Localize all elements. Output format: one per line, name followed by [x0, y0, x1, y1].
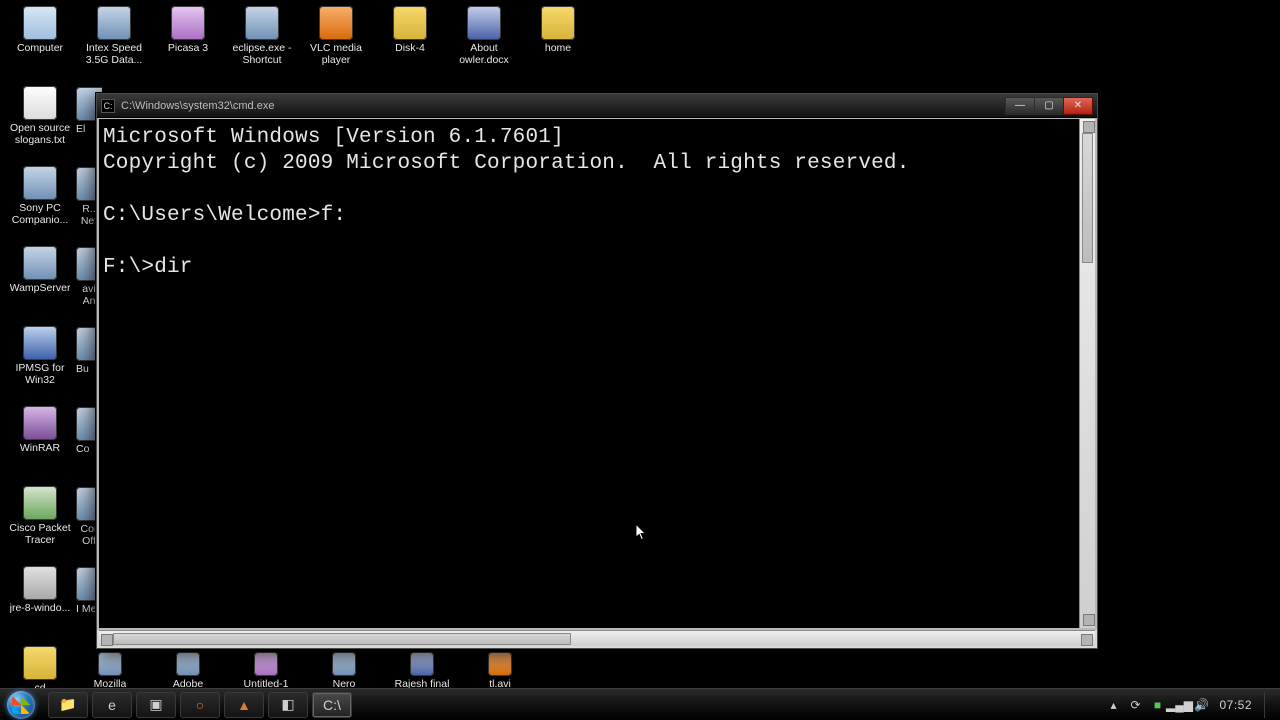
desktop-item[interactable]: jre-8-windo... [4, 564, 76, 642]
desktop-icon-grid: Computer Intex Speed 3.5G Data... Picasa 3… [4, 4, 594, 82]
desktop-item-label: IPMSG for Win32 [5, 362, 75, 386]
desktop-item[interactable]: Cisco Packet Tracer [4, 484, 76, 562]
horizontal-scroll-thumb[interactable] [113, 633, 571, 645]
desktop-item[interactable]: Computer [4, 4, 76, 82]
desktop-item-label: I Me [76, 603, 96, 615]
desktop-item-label: WinRAR [20, 442, 60, 454]
desktop-item[interactable]: About owler.docx [448, 4, 520, 82]
exe-icon [176, 652, 200, 676]
desktop-item-label: Open source slogans.txt [5, 122, 75, 146]
cmd-output[interactable]: Microsoft Windows [Version 6.1.7601] Cop… [99, 119, 1079, 628]
cmd-window[interactable]: C: C:\Windows\system32\cmd.exe — ▢ ✕ Mic… [96, 93, 1098, 649]
cmd-titlebar[interactable]: C: C:\Windows\system32\cmd.exe — ▢ ✕ [97, 94, 1097, 118]
cisco-icon [23, 486, 57, 520]
taskbar-items: 📁e▣○▲◧C:\ [48, 692, 352, 718]
exe-icon [23, 246, 57, 280]
txt-icon [23, 86, 57, 120]
desktop-item[interactable]: Intex Speed 3.5G Data... [78, 4, 150, 82]
desktop-item[interactable]: IPMSG for Win32 [4, 324, 76, 402]
desktop-item-label: Disk-4 [395, 42, 425, 54]
show-desktop-button[interactable] [1264, 692, 1274, 718]
desktop-item-label: Cisco Packet Tracer [5, 522, 75, 546]
vertical-scroll-thumb[interactable] [1082, 133, 1093, 263]
windows-orb-icon [7, 691, 35, 719]
desktop-item[interactable]: VLC media player [300, 4, 372, 82]
desktop-item[interactable]: Open source slogans.txt [4, 84, 76, 162]
pic-icon [171, 6, 205, 40]
horizontal-scrollbar[interactable] [99, 630, 1095, 646]
desktop-item-label: Intex Speed 3.5G Data... [79, 42, 149, 66]
desktop-item-label: eclipse.exe - Shortcut [227, 42, 297, 66]
desktop-item[interactable]: Picasa 3 [152, 4, 224, 82]
desktop-item[interactable]: Sony PC Companio... [4, 164, 76, 242]
rar-icon [23, 406, 57, 440]
taskbar-item-app1[interactable]: ◧ [268, 692, 308, 718]
vertical-scrollbar[interactable] [1079, 119, 1095, 628]
desktop-item-label: jre-8-windo... [10, 602, 71, 614]
desktop-item[interactable]: WinRAR [4, 404, 76, 482]
vlc-icon [488, 652, 512, 676]
computer-icon [23, 6, 57, 40]
exe-icon [98, 652, 122, 676]
desktop-item-label: VLC media player [301, 42, 371, 66]
desktop-item-label: home [545, 42, 571, 54]
ipmsg-icon [23, 326, 57, 360]
folder-icon [23, 646, 57, 680]
doc-icon [467, 6, 501, 40]
system-tray[interactable]: ▴ ⟳ ■ ▂▄▆ 🔊 07:52 [1099, 692, 1280, 718]
desktop-item[interactable]: eclipse.exe - Shortcut [226, 4, 298, 82]
exe-icon [23, 166, 57, 200]
taskbar-item-cmd[interactable]: C:\ [312, 692, 352, 718]
desktop-item-label: Co [76, 443, 89, 455]
tray-show-hidden-icon[interactable]: ▴ [1105, 697, 1121, 713]
folder-icon [541, 6, 575, 40]
tray-network-icon[interactable]: ▂▄▆ [1171, 697, 1187, 713]
desktop-item-label: Bu [76, 363, 89, 375]
desktop-item-label: Picasa 3 [168, 42, 208, 54]
minimize-button[interactable]: — [1005, 97, 1035, 115]
taskbar-item-vlc[interactable]: ▲ [224, 692, 264, 718]
desktop-item[interactable]: Disk-4 [374, 4, 446, 82]
desktop-item[interactable]: home [522, 4, 594, 82]
folder-icon [393, 6, 427, 40]
desktop-item-label: Computer [17, 42, 63, 54]
taskbar-item-ie[interactable]: e [92, 692, 132, 718]
tray-status-icon[interactable]: ■ [1149, 697, 1165, 713]
cmd-title: C:\Windows\system32\cmd.exe [121, 100, 1006, 112]
desktop-item-label: WampServer [10, 282, 71, 294]
desktop-item-label: El [76, 123, 85, 135]
desktop-item-label: About owler.docx [449, 42, 519, 66]
pic-icon [254, 652, 278, 676]
maximize-button[interactable]: ▢ [1034, 97, 1064, 115]
start-button[interactable] [0, 689, 42, 720]
close-button[interactable]: ✕ [1063, 97, 1093, 115]
taskbar[interactable]: 📁e▣○▲◧C:\ ▴ ⟳ ■ ▂▄▆ 🔊 07:52 [0, 688, 1280, 720]
desktop-item[interactable]: WampServer [4, 244, 76, 322]
cmd-icon: C: [101, 99, 115, 113]
exe-icon [332, 652, 356, 676]
desktop-icon-col1: Open source slogans.txt Sony PC Companio.… [4, 84, 76, 720]
exe-icon [97, 6, 131, 40]
tray-volume-icon[interactable]: 🔊 [1193, 697, 1209, 713]
tray-clock[interactable]: 07:52 [1219, 698, 1252, 712]
vlc-icon [319, 6, 353, 40]
desktop: Computer Intex Speed 3.5G Data... Picasa 3… [0, 0, 1280, 720]
taskbar-item-firefox[interactable]: ○ [180, 692, 220, 718]
exe-icon [245, 6, 279, 40]
tray-action-center-icon[interactable]: ⟳ [1127, 697, 1143, 713]
taskbar-item-wmp[interactable]: ▣ [136, 692, 176, 718]
desktop-item-label: Sony PC Companio... [5, 202, 75, 226]
java-icon [23, 566, 57, 600]
taskbar-item-explorer[interactable]: 📁 [48, 692, 88, 718]
doc-icon [410, 652, 434, 676]
cmd-client-area: Microsoft Windows [Version 6.1.7601] Cop… [97, 118, 1097, 630]
window-buttons: — ▢ ✕ [1006, 97, 1093, 115]
